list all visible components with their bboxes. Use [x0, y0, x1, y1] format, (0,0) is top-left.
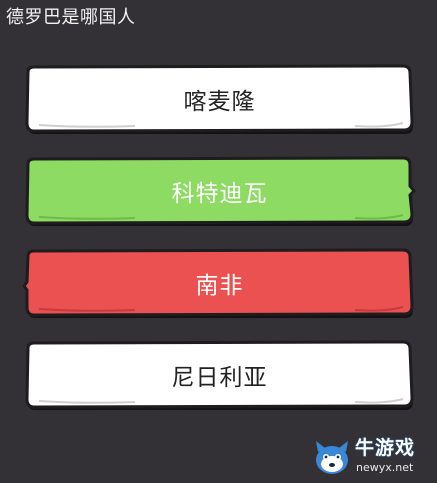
answer-option-1[interactable]: 喀麦隆 — [25, 64, 414, 135]
site-watermark: 牛游戏 newyx.net — [311, 436, 431, 478]
watermark-url: newyx.net — [356, 461, 414, 474]
answer-option-4[interactable]: 尼日利亚 — [25, 340, 414, 411]
answer-list: 喀麦隆 科特迪瓦 南非 尼日利亚 — [0, 0, 437, 483]
answer-label: 尼日利亚 — [171, 365, 268, 391]
answer-option-3[interactable]: 南非 — [22, 248, 414, 319]
answer-label: 喀麦隆 — [183, 89, 256, 115]
mascot-icon — [316, 441, 348, 474]
answer-label: 科特迪瓦 — [171, 181, 268, 207]
answer-label: 南非 — [195, 273, 244, 299]
answer-option-2[interactable]: 科特迪瓦 — [25, 156, 417, 227]
watermark-brand: 牛游戏 — [355, 437, 416, 459]
